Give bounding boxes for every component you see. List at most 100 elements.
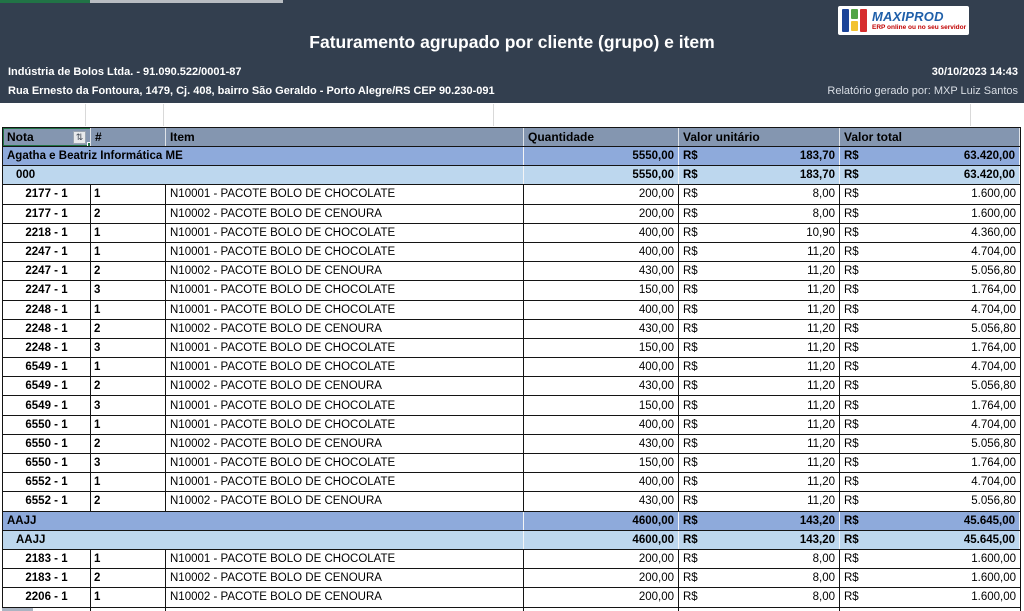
column-header-valor-unitario[interactable]: Valor unitário [679, 128, 840, 146]
nota-cell[interactable]: 2218 - 1 [3, 223, 91, 242]
item-cell[interactable]: N10002 - PACOTE BOLO DE CENOURA [166, 492, 524, 511]
item-cell[interactable]: N10001 - PACOTE BOLO DE CHOCOLATE [166, 454, 524, 473]
column-header-nota[interactable]: Nota ⇅ [3, 128, 91, 146]
item-cell[interactable]: N10001 - PACOTE BOLO DE CHOCOLATE [166, 223, 524, 242]
nota-cell[interactable]: 2248 - 1 [3, 300, 91, 319]
nota-cell[interactable]: 6552 - 1 [3, 473, 91, 492]
total-value-cell[interactable]: R$ 5.056,80 [840, 377, 1020, 395]
quantity-cell[interactable]: 400,00 [524, 223, 679, 242]
quantity-cell[interactable]: 5550,00 [524, 147, 679, 166]
unit-price-cell[interactable]: R$ 11,20 [679, 281, 840, 300]
item-cell[interactable]: N10001 - PACOTE BOLO DE CHOCOLATE [166, 549, 524, 569]
column-header-num[interactable]: # [91, 128, 166, 146]
quantity-cell[interactable]: 200,00 [524, 185, 679, 204]
total-value-cell[interactable]: R$ 5.056,80 [840, 262, 1020, 280]
unit-price-cell[interactable]: R$ 11,20 [679, 262, 840, 281]
unit-price-cell[interactable]: R$ 10,90 [679, 223, 840, 242]
item-cell[interactable]: N10002 - PACOTE BOLO DE CENOURA [166, 262, 524, 281]
unit-price-cell[interactable]: R$ 8,00 [679, 569, 840, 588]
column-header-quantidade[interactable]: Quantidade [524, 128, 679, 146]
item-number-cell[interactable]: 1 [91, 223, 166, 242]
item-cell[interactable]: N10001 - PACOTE BOLO DE CHOCOLATE [166, 281, 524, 300]
nota-cell[interactable]: 2247 - 1 [3, 242, 91, 262]
quantity-cell[interactable]: 4600,00 [524, 511, 679, 530]
unit-price-cell[interactable]: R$ 11,20 [679, 377, 840, 396]
item-number-cell[interactable]: 2 [91, 319, 166, 338]
sort-filter-icon[interactable]: ⇅ [73, 130, 86, 144]
quantity-cell[interactable]: 430,00 [524, 434, 679, 453]
unit-price-cell[interactable]: R$ 183,70 [679, 166, 840, 185]
quantity-cell[interactable]: 400,00 [524, 300, 679, 319]
nota-cell[interactable]: 2177 - 1 [3, 204, 91, 223]
total-value-cell[interactable]: R$ 1.764,00 [840, 396, 1020, 414]
quantity-cell[interactable]: 430,00 [524, 492, 679, 511]
item-number-cell[interactable]: 1 [91, 242, 166, 262]
total-value-cell[interactable]: R$ 45.645,00 [840, 530, 1020, 549]
unit-price-cell[interactable]: R$ 11,20 [679, 454, 840, 473]
total-value-cell[interactable]: R$ 1.600,00 [840, 550, 1020, 568]
quantity-cell[interactable]: 430,00 [524, 262, 679, 281]
item-cell[interactable]: N10002 - PACOTE BOLO DE CENOURA [166, 377, 524, 396]
unit-price-cell[interactable]: R$ 143,20 [679, 530, 840, 549]
item-cell[interactable]: N10001 - PACOTE BOLO DE CHOCOLATE [166, 358, 524, 377]
unit-price-cell[interactable]: R$ 11,20 [679, 358, 840, 377]
item-cell[interactable]: N10002 - PACOTE BOLO DE CENOURA [166, 588, 524, 607]
unit-price-cell[interactable]: R$ 11,20 [679, 338, 840, 358]
nota-cell[interactable]: 6549 - 1 [3, 396, 91, 415]
quantity-cell[interactable]: 400,00 [524, 358, 679, 377]
unit-price-cell[interactable]: R$ 11,20 [679, 300, 840, 319]
nota-cell[interactable]: 6550 - 1 [3, 434, 91, 453]
quantity-cell[interactable]: 430,00 [524, 319, 679, 338]
unit-price-cell[interactable]: R$ 183,70 [679, 147, 840, 166]
item-cell[interactable]: N10002 - PACOTE BOLO DE CENOURA [166, 569, 524, 588]
group-label-cell[interactable]: AAJJ [3, 511, 524, 530]
item-cell[interactable]: N10002 - PACOTE BOLO DE CENOURA [166, 319, 524, 338]
subgroup-label-cell[interactable]: AAJJ [3, 530, 524, 549]
item-number-cell[interactable]: 2 [91, 569, 166, 588]
total-value-cell[interactable]: R$ 4.704,00 [840, 473, 1020, 491]
total-value-cell[interactable]: R$ 63.420,00 [840, 166, 1020, 185]
item-cell[interactable]: N10002 - PACOTE BOLO DE CENOURA [166, 434, 524, 453]
total-value-cell[interactable]: R$ 1.764,00 [840, 454, 1020, 472]
item-number-cell[interactable]: 1 [91, 358, 166, 377]
item-number-cell[interactable]: 1 [91, 588, 166, 607]
nota-cell[interactable]: 6549 - 1 [3, 377, 91, 396]
quantity-cell[interactable]: 150,00 [524, 338, 679, 358]
nota-cell[interactable]: 2206 - 1 [3, 588, 91, 607]
unit-price-cell[interactable]: R$ 11,20 [679, 415, 840, 434]
quantity-cell[interactable]: 400,00 [524, 473, 679, 492]
total-value-cell[interactable]: R$ 63.420,00 [840, 147, 1020, 166]
quantity-cell[interactable]: 430,00 [524, 377, 679, 396]
quantity-cell[interactable]: 5550,00 [524, 166, 679, 185]
nota-cell[interactable]: 6550 - 1 [3, 415, 91, 434]
item-cell[interactable]: N10001 - PACOTE BOLO DE CHOCOLATE [166, 396, 524, 415]
nota-cell[interactable]: 2183 - 1 [3, 569, 91, 588]
total-value-cell[interactable]: R$ 1.600,00 [840, 185, 1020, 203]
unit-price-cell[interactable]: R$ 8,00 [679, 204, 840, 223]
total-value-cell[interactable]: R$ 1.764,00 [840, 281, 1020, 299]
item-number-cell[interactable]: 2 [91, 377, 166, 396]
unit-price-cell[interactable]: R$ 11,20 [679, 434, 840, 453]
total-value-cell[interactable]: R$ 4.704,00 [840, 358, 1020, 376]
unit-price-cell[interactable]: R$ 11,20 [679, 319, 840, 338]
item-number-cell[interactable]: 2 [91, 262, 166, 281]
item-cell[interactable]: N10001 - PACOTE BOLO DE CHOCOLATE [166, 300, 524, 319]
item-number-cell[interactable]: 2 [91, 492, 166, 511]
quantity-cell[interactable]: 400,00 [524, 415, 679, 434]
unit-price-cell[interactable]: R$ 8,00 [679, 549, 840, 569]
item-cell[interactable]: N10001 - PACOTE BOLO DE CHOCOLATE [166, 415, 524, 434]
unit-price-cell[interactable]: R$ 11,20 [679, 242, 840, 262]
item-number-cell[interactable]: 1 [91, 300, 166, 319]
item-cell[interactable]: N10001 - PACOTE BOLO DE CHOCOLATE [166, 185, 524, 204]
total-value-cell[interactable]: R$ 4.360,00 [840, 224, 1020, 242]
nota-cell[interactable]: 2247 - 1 [3, 262, 91, 281]
quantity-cell[interactable]: 200,00 [524, 204, 679, 223]
quantity-cell[interactable]: 150,00 [524, 454, 679, 473]
item-number-cell[interactable]: 2 [91, 434, 166, 453]
nota-cell[interactable]: 6549 - 1 [3, 358, 91, 377]
item-number-cell[interactable]: 1 [91, 473, 166, 492]
item-number-cell[interactable]: 3 [91, 396, 166, 415]
total-value-cell[interactable]: R$ 45.645,00 [840, 511, 1020, 530]
quantity-cell[interactable]: 200,00 [524, 588, 679, 607]
item-cell[interactable]: N10001 - PACOTE BOLO DE CHOCOLATE [166, 242, 524, 262]
